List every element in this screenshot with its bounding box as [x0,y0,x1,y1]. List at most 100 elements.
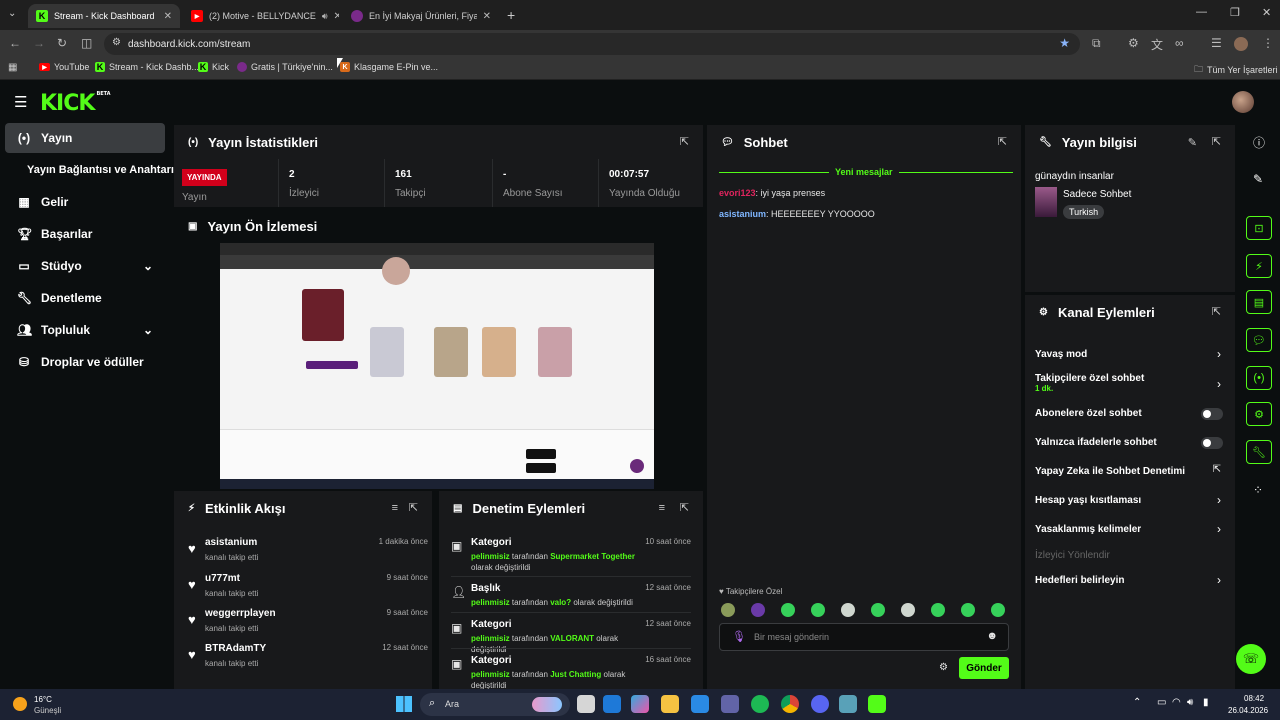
emote-icon[interactable] [961,603,975,617]
filter-icon[interactable]: ≡ [659,502,665,514]
forward-icon[interactable]: → [33,36,45,50]
support-chat-button[interactable]: ☏ [1236,644,1266,674]
sidebar-item-yayin[interactable]: (•) Yayın [5,123,165,153]
chevron-right-icon[interactable]: › [1217,493,1221,507]
chrome-icon[interactable] [781,695,799,713]
chat-input[interactable]: 🎙︎ Bir mesaj gönderin ☻ [719,623,1009,651]
new-tab-button[interactable]: + [507,7,515,23]
rail-chat-button[interactable]: 💬︎ [1246,328,1272,352]
expand-icon[interactable]: ⇱ [680,501,689,514]
restore-button[interactable]: ❐ [1230,6,1240,19]
close-window-button[interactable]: ✕ [1262,6,1271,19]
extensions-icon[interactable]: ⧉ [1092,36,1101,51]
info-icon[interactable]: ⓘ [1253,134,1265,151]
bookmark-kick-dashboard[interactable]: K Stream - Kick Dashb... [95,62,199,72]
menu-icon[interactable]: ⋮ [1262,36,1274,50]
rail-preview-button[interactable]: ⊡ [1246,216,1272,240]
feed-username[interactable]: BTRAdamTY [205,643,266,654]
volume-icon[interactable]: 🔊︎ [1187,697,1193,708]
windows-start-icon[interactable] [396,696,412,712]
emote-icon[interactable] [931,603,945,617]
send-button[interactable]: Gönder [959,657,1009,679]
chat-username[interactable]: evori123 [719,188,756,198]
sidebar-item-studyo[interactable]: ▭ Stüdyo ⌄ [5,251,165,281]
rail-actions-button[interactable]: ⚙︎ [1246,402,1272,426]
chevron-right-icon[interactable]: › [1217,347,1221,361]
emote-icon[interactable] [811,603,825,617]
subscribers-only-toggle[interactable] [1201,408,1223,420]
chevron-right-icon[interactable]: › [1217,377,1221,391]
hamburger-menu-icon[interactable]: ☰ [14,93,27,111]
action-banned-words[interactable]: Yasaklanmış kelimeler [1035,524,1225,535]
tray-chevron-icon[interactable]: ⌃ [1133,697,1141,708]
feed-username[interactable]: asistanium [205,537,257,548]
clock-time[interactable]: 08:42 [1244,694,1264,703]
file-explorer-icon[interactable] [661,695,679,713]
edit-icon[interactable]: ✎ [1253,172,1263,186]
apps-grid-icon[interactable]: ▦ [8,62,17,73]
tag-chip[interactable]: Turkish [1063,205,1105,219]
action-set-goals[interactable]: Hedefleri belirleyin [1035,575,1225,586]
action-account-age[interactable]: Hesap yaşı kısıtlaması [1035,495,1225,506]
action-emotes-only[interactable]: Yalnızca ifadelerle sohbet [1035,437,1225,448]
category-thumbnail[interactable] [1035,187,1057,217]
url-field[interactable]: ⚙︎ dashboard.kick.com/stream ★ [104,33,1080,55]
expand-icon[interactable]: ⇱ [1212,305,1221,318]
tab-makeup-shop[interactable]: En İyi Makyaj Ürünleri, Fiyatları ✕ [343,4,499,28]
network-icon[interactable]: ▭ [1157,697,1166,708]
rail-broadcast-button[interactable]: (•) [1246,366,1272,390]
emote-icon[interactable] [871,603,885,617]
emoji-icon[interactable]: ☻ [986,630,998,642]
sidebar-item-yayin-baglantisi[interactable]: Yayın Bağlantısı ve Anahtarı [5,155,175,185]
emote-icon[interactable] [751,603,765,617]
more-icon[interactable]: ⁘ [1253,483,1263,497]
action-slow-mode[interactable]: Yavaş mod [1035,349,1225,360]
close-icon[interactable]: ✕ [483,11,491,22]
sidebar-item-denetleme[interactable]: 🔧︎ Denetleme [5,283,165,313]
sidebar-item-droplar[interactable]: ⛁ Droplar ve ödüller [5,347,165,377]
expand-icon[interactable]: ⇱ [998,135,1007,148]
sidebar-item-topluluk[interactable]: 👥︎ Topluluk ⌄ [5,315,165,345]
sidebar-item-gelir[interactable]: ▦ Gelir [5,187,165,217]
action-ai-moderation[interactable]: Yapay Zeka ile Sohbet Denetimi [1035,466,1225,477]
emotes-only-toggle[interactable] [1201,437,1223,449]
app-icon[interactable] [839,695,857,713]
reading-list-icon[interactable]: ☰ [1211,36,1222,50]
chat-settings-icon[interactable]: ⚙︎ [939,662,948,673]
mod-user[interactable]: pelinmisiz [471,670,510,679]
emote-icon[interactable] [781,603,795,617]
outlook-icon[interactable] [603,695,621,713]
emote-icon[interactable] [841,603,855,617]
expand-icon[interactable]: ⇱ [409,501,418,514]
taskbar-search[interactable]: ⌕ Ara [420,693,570,716]
task-view-icon[interactable] [577,695,595,713]
preview-video[interactable] [220,243,654,489]
copilot-icon[interactable] [631,695,649,713]
profile-avatar[interactable] [1234,37,1248,51]
teams-icon[interactable] [721,695,739,713]
store-icon[interactable] [691,695,709,713]
bookmark-all[interactable]: 🗀︎ Tüm Yer İşaretleri [1194,62,1278,78]
filter-icon[interactable]: ≡ [392,502,398,514]
feed-username[interactable]: u777mt [205,573,240,584]
emote-icon[interactable] [721,603,735,617]
sidebar-item-basarilar[interactable]: 🏆︎ Başarılar [5,219,165,249]
feed-username[interactable]: weggerrplayen [205,608,276,619]
tab-search-icon[interactable]: ⌄ [8,8,16,19]
bookmark-youtube[interactable]: ▶ YouTube [39,62,89,72]
weather-sun-icon[interactable] [13,697,27,711]
bookmark-klasgame[interactable]: K Klasgame E-Pin ve... [340,62,438,72]
mod-user[interactable]: pelinmisiz [471,634,510,643]
close-icon[interactable]: ✕ [334,11,339,22]
expand-icon[interactable]: ⇱ [1212,135,1221,148]
link-icon[interactable]: ∞ [1175,36,1184,50]
reload-icon[interactable]: ↻ [57,36,67,50]
close-icon[interactable]: ✕ [164,11,172,22]
chevron-right-icon[interactable]: › [1217,522,1221,536]
action-subscribers-only[interactable]: Abonelere özel sohbet [1035,408,1225,419]
battery-icon[interactable]: ▮ [1203,697,1209,708]
sidepanel-icon[interactable]: ◫ [81,36,92,50]
clock-date[interactable]: 26.04.2026 [1228,706,1268,715]
category-name[interactable]: Sadece Sohbet [1063,189,1131,200]
edit-icon[interactable]: ✎ [1188,136,1197,149]
